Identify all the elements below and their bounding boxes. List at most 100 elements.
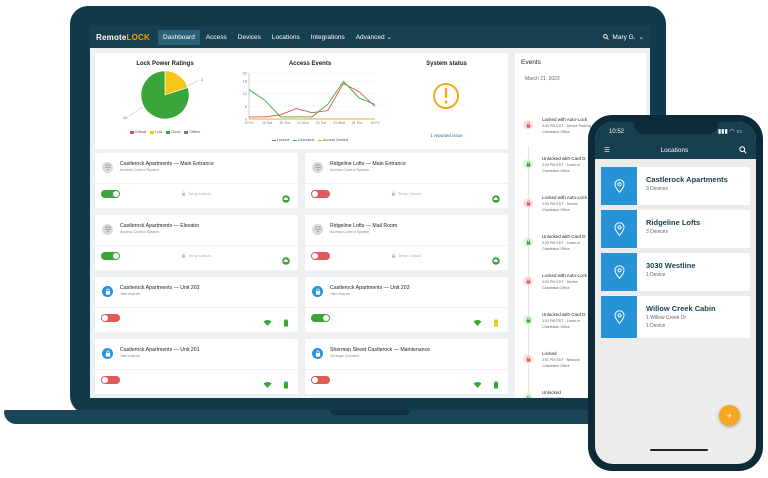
map-pin-icon [601, 296, 637, 338]
lock-card[interactable]: Sherman Street Castlerock — Maintenance S… [305, 339, 508, 394]
event-time: 3:53 PM EDT · Learn-m [542, 319, 581, 323]
event-title: Unlocked with Card D [542, 234, 586, 239]
card-title: Castlerock Apartments — Unit 202 [120, 285, 200, 291]
location-card[interactable]: 3030 Westline 1 Device [601, 253, 750, 291]
pie-leader-line [128, 106, 144, 117]
event-location: Charleston Office [542, 130, 570, 134]
brand-logo[interactable]: RemoteLOCK [96, 33, 150, 42]
temp-unlock-button[interactable]: Temp Unlock [391, 253, 421, 258]
add-location-button[interactable]: + [719, 405, 740, 426]
card-divider [95, 307, 298, 308]
lock-toggle[interactable] [101, 314, 120, 322]
lock-toggle[interactable] [311, 376, 330, 384]
wifi-icon [263, 376, 272, 388]
cloud-connected-icon [492, 252, 500, 265]
lock-card[interactable]: Castlerock Apartments — Main Entrance Acc… [95, 153, 298, 208]
nav-dashboard[interactable]: Dashboard [158, 29, 200, 45]
nav-locations[interactable]: Locations [267, 30, 305, 45]
card-divider [305, 245, 508, 246]
card-subtitle: Yale Assure [120, 292, 140, 296]
lock-card[interactable]: Castlerock Apartments — Unit 201 Yale Ass… [95, 339, 298, 394]
legend-swatch [150, 130, 155, 134]
lock-card[interactable]: Castlerock Apartments — Unit 203 Yale Ass… [305, 277, 508, 332]
events-title: Events [521, 59, 541, 66]
event-location: Charleston Office [542, 247, 570, 251]
padlock-icon [391, 253, 396, 258]
unlocked-event-icon [523, 393, 533, 398]
battery-icon [492, 314, 500, 327]
event-title: Locked [542, 351, 557, 356]
marketing-stage: RemoteLOCK Dashboard Access Devices Loca… [0, 0, 768, 478]
nav-devices[interactable]: Devices [233, 30, 266, 45]
card-subtitle: Access Control System [330, 168, 370, 172]
keypad-icon [102, 162, 113, 173]
wifi-icon [473, 376, 482, 388]
phone-notch [634, 122, 718, 134]
user-menu[interactable]: Mary G. ⌄ [603, 33, 644, 41]
lock-card[interactable]: Castlerock Apartments — Unit 202 Yale Ass… [95, 277, 298, 332]
event-title: Unlocked with Card D [542, 156, 586, 161]
location-card[interactable]: Ridgeline Lofts 3 Devices [601, 210, 750, 248]
location-detail: 3 Devices [646, 186, 668, 192]
keypad-icon [102, 224, 113, 235]
lock-toggle[interactable] [101, 376, 120, 384]
padlock-icon [102, 348, 113, 359]
card-title: Castlerock Apartments — Elevator [120, 223, 200, 229]
location-card[interactable]: Castlerock Apartments 3 Devices [601, 167, 750, 205]
system-status-widget: System status 1 reported issue [385, 53, 508, 149]
temp-unlock-button[interactable]: Temp Unlock [181, 253, 211, 258]
lock-toggle[interactable] [311, 252, 330, 260]
lock-card[interactable]: Ridgeline Lofts — Main Entrance Access Co… [305, 153, 508, 208]
keypad-icon [312, 224, 323, 235]
x-tick-label: 23 Wed [333, 121, 345, 125]
location-name: Ridgeline Lofts [646, 218, 701, 227]
search-icon[interactable] [739, 146, 747, 154]
temp-unlock-button[interactable]: Temp Unlock [391, 191, 421, 196]
nav-advanced[interactable]: Advanced ⌄ [351, 29, 397, 45]
toggle-knob [102, 377, 108, 383]
locked-event-icon [523, 198, 533, 208]
pie-data-label: 2 [201, 77, 204, 82]
events-date: March 21, 2022 [525, 76, 560, 82]
lock-card[interactable]: Ridgeline Lofts — Mail Room Access Contro… [305, 215, 508, 270]
nav-access[interactable]: Access [201, 30, 232, 45]
lock-toggle[interactable] [101, 252, 120, 260]
padlock-icon [102, 286, 113, 297]
event-time: 3:53 PM EDT · Device [542, 280, 578, 284]
card-subtitle: Yale Assure [330, 292, 350, 296]
power-ratings-widget: Lock Power Ratings 2 32 Critical Low Good Of… [95, 53, 235, 149]
legend-item: Good [166, 130, 180, 134]
keypad-icon [312, 162, 323, 173]
location-card[interactable]: Willow Creek Cabin 1 Willow Creek Dr 1 Dev… [601, 296, 750, 338]
reported-issue-link[interactable]: 1 reported issue [385, 133, 508, 138]
padlock-icon [312, 348, 323, 359]
battery-icon [282, 314, 290, 327]
card-subtitle: Access Control System [120, 168, 160, 172]
legend-swatch [271, 139, 276, 141]
lock-toggle[interactable] [311, 190, 330, 198]
event-time: 3:53 PM EDT · Learn-m [542, 241, 581, 245]
card-divider [95, 369, 298, 370]
toggle-knob [312, 253, 318, 259]
location-device-count: 1 Device [646, 323, 666, 329]
phone-time: 10:52 [609, 128, 625, 135]
lock-toggle[interactable] [101, 190, 120, 198]
dashboard-content: Lock Power Ratings 2 32 Critical Low Good Of… [90, 48, 650, 398]
user-name: Mary G. [612, 33, 636, 41]
pie-data-label: 32 [123, 115, 128, 120]
temp-unlock-button[interactable]: Temp Unlock [181, 191, 211, 196]
location-detail: 1 Device [646, 272, 666, 278]
nav-integrations[interactable]: Integrations [306, 30, 350, 45]
lock-card[interactable]: Castlerock Apartments — Elevator Access C… [95, 215, 298, 270]
legend-item: Access Denied [317, 138, 348, 142]
lock-toggle[interactable] [311, 314, 330, 322]
event-title: Unlocked [542, 390, 561, 395]
hamburger-menu-icon[interactable]: ☰ [604, 146, 610, 154]
toggle-knob [113, 253, 119, 259]
card-divider [305, 307, 508, 308]
legend-swatch [317, 139, 322, 141]
chevron-down-icon: ⌄ [386, 34, 392, 41]
access-legend: Locked Unlocked Access Denied [235, 138, 385, 142]
x-tick-label: 19 Sat [262, 121, 272, 125]
search-icon[interactable] [603, 34, 610, 40]
